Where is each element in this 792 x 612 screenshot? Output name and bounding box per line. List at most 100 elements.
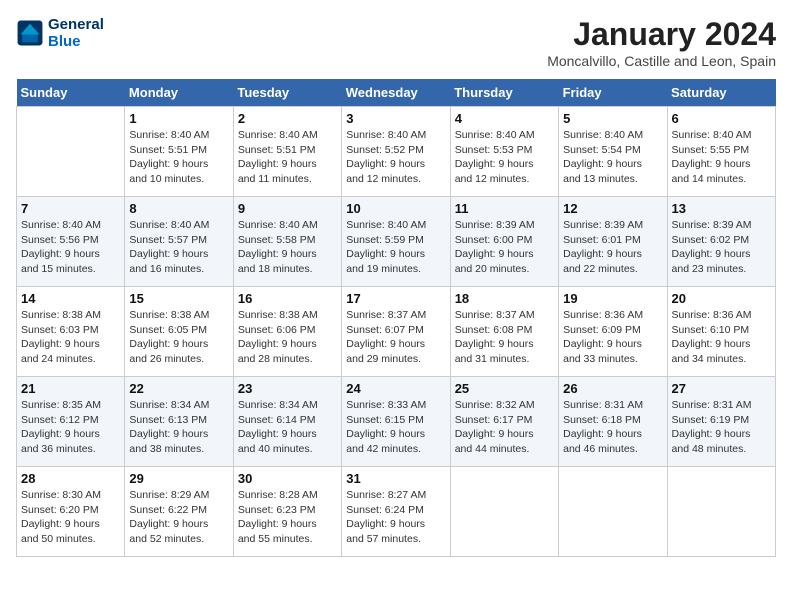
day-info: Sunrise: 8:37 AM Sunset: 6:07 PM Dayligh… [346, 308, 445, 367]
day-number: 24 [346, 381, 445, 396]
day-info: Sunrise: 8:40 AM Sunset: 5:59 PM Dayligh… [346, 218, 445, 277]
day-info: Sunrise: 8:40 AM Sunset: 5:51 PM Dayligh… [238, 128, 337, 187]
calendar-cell: 19 Sunrise: 8:36 AM Sunset: 6:09 PM Dayli… [559, 287, 667, 377]
day-info: Sunrise: 8:35 AM Sunset: 6:12 PM Dayligh… [21, 398, 120, 457]
day-info: Sunrise: 8:29 AM Sunset: 6:22 PM Dayligh… [129, 488, 228, 547]
calendar-cell: 23 Sunrise: 8:34 AM Sunset: 6:14 PM Dayli… [233, 377, 341, 467]
column-header-monday: Monday [125, 79, 233, 107]
calendar-cell: 17 Sunrise: 8:37 AM Sunset: 6:07 PM Dayli… [342, 287, 450, 377]
logo-text: General Blue [48, 16, 104, 50]
calendar-cell: 9 Sunrise: 8:40 AM Sunset: 5:58 PM Daylig… [233, 197, 341, 287]
calendar-cell: 16 Sunrise: 8:38 AM Sunset: 6:06 PM Dayli… [233, 287, 341, 377]
day-number: 4 [455, 111, 554, 126]
calendar-cell: 13 Sunrise: 8:39 AM Sunset: 6:02 PM Dayli… [667, 197, 775, 287]
title-section: January 2024 Moncalvillo, Castille and L… [547, 16, 776, 69]
day-info: Sunrise: 8:39 AM Sunset: 6:02 PM Dayligh… [672, 218, 771, 277]
calendar-cell: 18 Sunrise: 8:37 AM Sunset: 6:08 PM Dayli… [450, 287, 558, 377]
day-info: Sunrise: 8:38 AM Sunset: 6:03 PM Dayligh… [21, 308, 120, 367]
day-info: Sunrise: 8:28 AM Sunset: 6:23 PM Dayligh… [238, 488, 337, 547]
day-info: Sunrise: 8:36 AM Sunset: 6:10 PM Dayligh… [672, 308, 771, 367]
day-number: 21 [21, 381, 120, 396]
calendar-cell: 31 Sunrise: 8:27 AM Sunset: 6:24 PM Dayli… [342, 467, 450, 557]
day-number: 12 [563, 201, 662, 216]
day-info: Sunrise: 8:40 AM Sunset: 5:55 PM Dayligh… [672, 128, 771, 187]
day-number: 1 [129, 111, 228, 126]
day-info: Sunrise: 8:36 AM Sunset: 6:09 PM Dayligh… [563, 308, 662, 367]
day-number: 13 [672, 201, 771, 216]
day-info: Sunrise: 8:40 AM Sunset: 5:54 PM Dayligh… [563, 128, 662, 187]
calendar-header-row: SundayMondayTuesdayWednesdayThursdayFrid… [17, 79, 776, 107]
day-info: Sunrise: 8:40 AM Sunset: 5:56 PM Dayligh… [21, 218, 120, 277]
day-number: 17 [346, 291, 445, 306]
day-info: Sunrise: 8:40 AM Sunset: 5:58 PM Dayligh… [238, 218, 337, 277]
column-header-sunday: Sunday [17, 79, 125, 107]
day-info: Sunrise: 8:31 AM Sunset: 6:19 PM Dayligh… [672, 398, 771, 457]
day-number: 16 [238, 291, 337, 306]
day-number: 5 [563, 111, 662, 126]
week-row-3: 14 Sunrise: 8:38 AM Sunset: 6:03 PM Dayli… [17, 287, 776, 377]
day-number: 22 [129, 381, 228, 396]
day-info: Sunrise: 8:37 AM Sunset: 6:08 PM Dayligh… [455, 308, 554, 367]
calendar-cell: 24 Sunrise: 8:33 AM Sunset: 6:15 PM Dayli… [342, 377, 450, 467]
column-header-thursday: Thursday [450, 79, 558, 107]
week-row-2: 7Sunrise: 8:40 AM Sunset: 5:56 PM Daylig… [17, 197, 776, 287]
day-info: Sunrise: 8:32 AM Sunset: 6:17 PM Dayligh… [455, 398, 554, 457]
day-info: Sunrise: 8:39 AM Sunset: 6:01 PM Dayligh… [563, 218, 662, 277]
calendar-cell: 26 Sunrise: 8:31 AM Sunset: 6:18 PM Dayli… [559, 377, 667, 467]
calendar-cell: 6 Sunrise: 8:40 AM Sunset: 5:55 PM Daylig… [667, 107, 775, 197]
week-row-1: 1 Sunrise: 8:40 AM Sunset: 5:51 PM Daylig… [17, 107, 776, 197]
day-number: 14 [21, 291, 120, 306]
calendar-cell [667, 467, 775, 557]
day-number: 10 [346, 201, 445, 216]
calendar-table: SundayMondayTuesdayWednesdayThursdayFrid… [16, 79, 776, 557]
calendar-cell: 2Sunrise: 8:40 AM Sunset: 5:51 PM Daylig… [233, 107, 341, 197]
day-info: Sunrise: 8:39 AM Sunset: 6:00 PM Dayligh… [455, 218, 554, 277]
week-row-5: 28Sunrise: 8:30 AM Sunset: 6:20 PM Dayli… [17, 467, 776, 557]
page-header: General Blue January 2024 Moncalvillo, C… [16, 16, 776, 69]
calendar-cell: 21 Sunrise: 8:35 AM Sunset: 6:12 PM Dayli… [17, 377, 125, 467]
location-subtitle: Moncalvillo, Castille and Leon, Spain [547, 53, 776, 69]
day-info: Sunrise: 8:38 AM Sunset: 6:06 PM Dayligh… [238, 308, 337, 367]
column-header-friday: Friday [559, 79, 667, 107]
calendar-cell: 14 Sunrise: 8:38 AM Sunset: 6:03 PM Dayli… [17, 287, 125, 377]
calendar-cell [450, 467, 558, 557]
day-info: Sunrise: 8:34 AM Sunset: 6:13 PM Dayligh… [129, 398, 228, 457]
day-info: Sunrise: 8:34 AM Sunset: 6:14 PM Dayligh… [238, 398, 337, 457]
logo: General Blue [16, 16, 104, 50]
day-info: Sunrise: 8:27 AM Sunset: 6:24 PM Dayligh… [346, 488, 445, 547]
day-number: 15 [129, 291, 228, 306]
logo-icon [16, 19, 44, 47]
calendar-cell: 8 Sunrise: 8:40 AM Sunset: 5:57 PM Daylig… [125, 197, 233, 287]
calendar-cell: 1Sunrise: 8:40 AM Sunset: 5:51 PM Daylig… [125, 107, 233, 197]
day-number: 26 [563, 381, 662, 396]
calendar-cell: 10 Sunrise: 8:40 AM Sunset: 5:59 PM Dayli… [342, 197, 450, 287]
month-title: January 2024 [547, 16, 776, 53]
day-number: 6 [672, 111, 771, 126]
calendar-cell: 29Sunrise: 8:29 AM Sunset: 6:22 PM Dayli… [125, 467, 233, 557]
day-number: 23 [238, 381, 337, 396]
day-number: 9 [238, 201, 337, 216]
day-info: Sunrise: 8:40 AM Sunset: 5:52 PM Dayligh… [346, 128, 445, 187]
calendar-cell: 28Sunrise: 8:30 AM Sunset: 6:20 PM Dayli… [17, 467, 125, 557]
day-number: 25 [455, 381, 554, 396]
day-info: Sunrise: 8:30 AM Sunset: 6:20 PM Dayligh… [21, 488, 120, 547]
day-number: 27 [672, 381, 771, 396]
day-number: 8 [129, 201, 228, 216]
day-info: Sunrise: 8:40 AM Sunset: 5:53 PM Dayligh… [455, 128, 554, 187]
calendar-cell: 5 Sunrise: 8:40 AM Sunset: 5:54 PM Daylig… [559, 107, 667, 197]
calendar-cell: 30Sunrise: 8:28 AM Sunset: 6:23 PM Dayli… [233, 467, 341, 557]
calendar-cell: 22 Sunrise: 8:34 AM Sunset: 6:13 PM Dayli… [125, 377, 233, 467]
day-number: 18 [455, 291, 554, 306]
day-number: 31 [346, 471, 445, 486]
day-number: 11 [455, 201, 554, 216]
calendar-cell: 12 Sunrise: 8:39 AM Sunset: 6:01 PM Dayli… [559, 197, 667, 287]
day-info: Sunrise: 8:31 AM Sunset: 6:18 PM Dayligh… [563, 398, 662, 457]
day-info: Sunrise: 8:40 AM Sunset: 5:57 PM Dayligh… [129, 218, 228, 277]
day-info: Sunrise: 8:33 AM Sunset: 6:15 PM Dayligh… [346, 398, 445, 457]
column-header-wednesday: Wednesday [342, 79, 450, 107]
day-number: 20 [672, 291, 771, 306]
day-number: 19 [563, 291, 662, 306]
day-info: Sunrise: 8:38 AM Sunset: 6:05 PM Dayligh… [129, 308, 228, 367]
calendar-cell: 3Sunrise: 8:40 AM Sunset: 5:52 PM Daylig… [342, 107, 450, 197]
calendar-cell: 4 Sunrise: 8:40 AM Sunset: 5:53 PM Daylig… [450, 107, 558, 197]
